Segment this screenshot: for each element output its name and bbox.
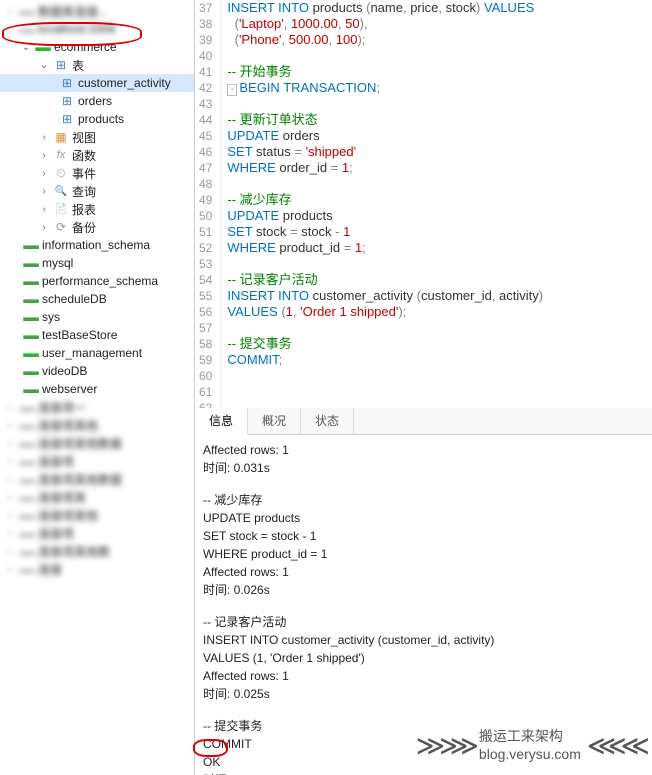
tree-db-sys[interactable]: sys: [0, 308, 194, 326]
tree-db-scheduledb[interactable]: scheduleDB: [0, 290, 194, 308]
output-line: 时间: 0.031s: [203, 459, 644, 477]
folder-label: 视图: [72, 129, 96, 146]
tree-blurred-item[interactable]: ›连接项其: [0, 488, 194, 506]
tree-table-customer-activity[interactable]: customer_activity: [0, 74, 194, 92]
tree-db-performance-schema[interactable]: performance_schema: [0, 272, 194, 290]
tree-table-products[interactable]: products: [0, 110, 194, 128]
tree-blurred-item[interactable]: ›连接项一: [0, 398, 194, 416]
tab-profile[interactable]: 概况: [248, 408, 301, 434]
tree-db-testbasestore[interactable]: testBaseStore: [0, 326, 194, 344]
tree-db-videodb[interactable]: videoDB: [0, 362, 194, 380]
database-icon: [23, 291, 39, 307]
tree-db-mysql[interactable]: mysql: [0, 254, 194, 272]
tree-blurred-item[interactable]: ›连接项其他: [0, 416, 194, 434]
output-line: 时间: 0.026s: [203, 771, 644, 775]
output-line: -- 记录客户活动: [203, 613, 644, 631]
database-icon: [23, 363, 39, 379]
database-tree-sidebar: ›数据库连接... ⌄localhost:3306 ⌄ecommerce ⌄表 …: [0, 0, 195, 775]
tree-db-ecommerce[interactable]: ⌄ecommerce: [0, 38, 194, 56]
tree-reports-folder[interactable]: ›报表: [0, 200, 194, 218]
tree-db-information-schema[interactable]: information_schema: [0, 236, 194, 254]
database-icon: [23, 255, 39, 271]
tree-blurred-item[interactable]: ›连接项: [0, 524, 194, 542]
code-content[interactable]: INSERT INTO products (name, price, stock…: [221, 0, 543, 408]
tree-views-folder[interactable]: ›▦视图: [0, 128, 194, 146]
output-panel[interactable]: Affected rows: 1 时间: 0.031s -- 减少库存 UPDA…: [195, 435, 652, 775]
output-line: Affected rows: 1: [203, 563, 644, 581]
table-icon: [59, 93, 75, 109]
db-label: scheduleDB: [42, 292, 107, 306]
output-line: Affected rows: 1: [203, 441, 644, 459]
main-panel: 3738394041424344454647484950515253545556…: [195, 0, 652, 775]
tree-blurred-item[interactable]: ›数据库连接...: [0, 2, 194, 20]
database-icon: [23, 327, 39, 343]
view-icon: ▦: [53, 129, 69, 145]
backup-icon: [53, 219, 69, 235]
tree-queries-folder[interactable]: ›查询: [0, 182, 194, 200]
folder-label: 函数: [72, 147, 96, 164]
db-label: performance_schema: [42, 274, 158, 288]
tab-info[interactable]: 信息: [195, 408, 248, 435]
table-icon: [59, 75, 75, 91]
db-label: testBaseStore: [42, 328, 117, 342]
db-label: information_schema: [42, 238, 150, 252]
folder-label: 备份: [72, 219, 96, 236]
function-icon: fx: [53, 147, 69, 163]
database-icon: [23, 309, 39, 325]
tree-blurred-item[interactable]: ›连接项: [0, 452, 194, 470]
tree-blurred-item[interactable]: ›连接项其他数: [0, 542, 194, 560]
table-folder-icon: [53, 57, 69, 73]
tree-blurred-item[interactable]: ›连接项其他: [0, 506, 194, 524]
output-line: VALUES (1, 'Order 1 shipped'): [203, 649, 644, 667]
tree-blurred-item[interactable]: ›连接项其他数据: [0, 434, 194, 452]
output-line: UPDATE products: [203, 509, 644, 527]
table-label: customer_activity: [78, 76, 171, 90]
database-icon: [35, 39, 51, 55]
folder-label: 报表: [72, 201, 96, 218]
db-label: sys: [42, 310, 60, 324]
db-label: ecommerce: [54, 40, 117, 54]
folder-label: 事件: [72, 165, 96, 182]
database-icon: [23, 345, 39, 361]
tree-blurred-item[interactable]: ›连接项其他数据: [0, 470, 194, 488]
database-icon: [23, 381, 39, 397]
db-label: webserver: [42, 382, 97, 396]
tree-functions-folder[interactable]: ›fx函数: [0, 146, 194, 164]
output-line: 时间: 0.025s: [203, 685, 644, 703]
output-ok: OK: [203, 753, 644, 771]
line-number-gutter: 3738394041424344454647484950515253545556…: [195, 0, 221, 408]
db-label: videoDB: [42, 364, 87, 378]
db-label: user_management: [42, 346, 142, 360]
tree-db-user-management[interactable]: user_management: [0, 344, 194, 362]
database-icon: [23, 273, 39, 289]
output-line: INSERT INTO customer_activity (customer_…: [203, 631, 644, 649]
table-icon: [59, 111, 75, 127]
database-icon: [23, 237, 39, 253]
tree-tables-folder[interactable]: ⌄表: [0, 56, 194, 74]
table-label: products: [78, 112, 124, 126]
table-label: orders: [78, 94, 112, 108]
output-line: WHERE product_id = 1: [203, 545, 644, 563]
tab-status[interactable]: 状态: [301, 408, 354, 434]
folder-label: 表: [72, 57, 84, 74]
sql-editor[interactable]: 3738394041424344454647484950515253545556…: [195, 0, 652, 408]
tree-backups-folder[interactable]: ›备份: [0, 218, 194, 236]
tree-blurred-item[interactable]: ›连接: [0, 560, 194, 578]
tree-events-folder[interactable]: ›事件: [0, 164, 194, 182]
output-line: 时间: 0.026s: [203, 581, 644, 599]
folder-label: 查询: [72, 183, 96, 200]
event-icon: [53, 165, 69, 181]
output-line: COMMIT: [203, 735, 644, 753]
output-line: Affected rows: 1: [203, 667, 644, 685]
tree-table-orders[interactable]: orders: [0, 92, 194, 110]
tree-db-webserver[interactable]: webserver: [0, 380, 194, 398]
query-icon: [53, 183, 69, 199]
output-tabs: 信息 概况 状态: [195, 408, 652, 435]
output-line: -- 提交事务: [203, 717, 644, 735]
output-line: -- 减少库存: [203, 491, 644, 509]
db-label: mysql: [42, 256, 73, 270]
report-icon: [53, 201, 69, 217]
tree-blurred-item[interactable]: ⌄localhost:3306: [0, 20, 194, 38]
output-line: SET stock = stock - 1: [203, 527, 644, 545]
